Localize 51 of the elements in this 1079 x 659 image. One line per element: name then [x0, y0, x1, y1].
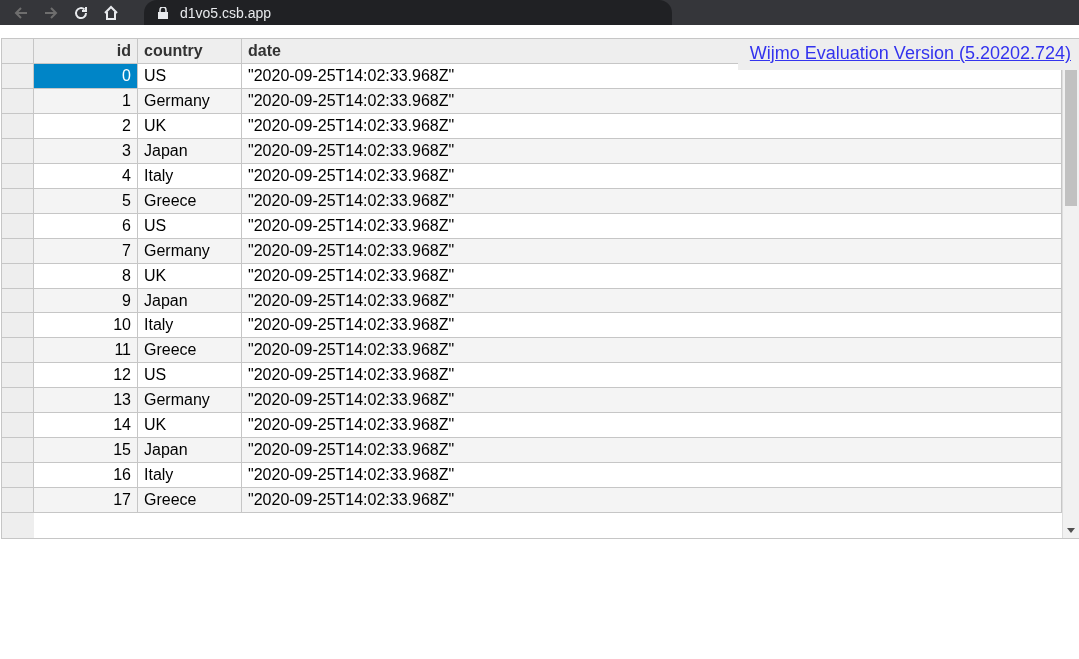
- table-cell[interactable]: "2020-09-25T14:02:33.968Z": [242, 238, 1062, 264]
- row-header[interactable]: [2, 313, 34, 339]
- table-cell[interactable]: "2020-09-25T14:02:33.968Z": [242, 263, 1062, 289]
- row-header[interactable]: [2, 163, 34, 189]
- table-cell[interactable]: 7: [34, 238, 138, 264]
- row-header[interactable]: [2, 338, 34, 364]
- row-header[interactable]: [2, 113, 34, 139]
- row-header[interactable]: [2, 463, 34, 489]
- column-header[interactable]: id: [34, 39, 138, 64]
- home-icon[interactable]: [102, 3, 120, 22]
- row-header[interactable]: [2, 138, 34, 164]
- row-header[interactable]: [2, 363, 34, 389]
- table-cell[interactable]: 2: [34, 113, 138, 139]
- table-cell[interactable]: Italy: [138, 163, 242, 189]
- row-header[interactable]: [2, 63, 34, 89]
- table-cell[interactable]: 5: [34, 188, 138, 214]
- table-cell[interactable]: 1: [34, 88, 138, 114]
- row-header[interactable]: [2, 288, 34, 314]
- url-text: d1vo5.csb.app: [180, 4, 272, 21]
- address-bar[interactable]: d1vo5.csb.app: [144, 0, 672, 25]
- row-header[interactable]: [2, 438, 34, 464]
- table-cell[interactable]: 0: [34, 63, 138, 89]
- table-cell[interactable]: 4: [34, 163, 138, 189]
- row-header[interactable]: [2, 388, 34, 414]
- row-header[interactable]: [2, 213, 34, 239]
- row-header[interactable]: [2, 263, 34, 289]
- column-header[interactable]: country: [138, 39, 242, 64]
- table-cell[interactable]: US: [138, 213, 242, 239]
- table-cell[interactable]: 3: [34, 138, 138, 164]
- table-cell[interactable]: "2020-09-25T14:02:33.968Z": [242, 188, 1062, 214]
- table-cell[interactable]: 8: [34, 263, 138, 289]
- scroll-down-icon[interactable]: [1067, 528, 1075, 533]
- table-cell[interactable]: "2020-09-25T14:02:33.968Z": [242, 88, 1062, 114]
- row-header[interactable]: [2, 88, 34, 114]
- table-cell[interactable]: Greece: [138, 188, 242, 214]
- table-cell[interactable]: UK: [138, 113, 242, 139]
- table-cell[interactable]: Japan: [138, 138, 242, 164]
- table-cell[interactable]: "2020-09-25T14:02:33.968Z": [242, 213, 1062, 239]
- table-cell[interactable]: 6: [34, 213, 138, 239]
- table-cell[interactable]: "2020-09-25T14:02:33.968Z": [242, 113, 1062, 139]
- lock-icon: [158, 6, 168, 19]
- row-header[interactable]: [2, 188, 34, 214]
- row-header[interactable]: [2, 238, 34, 264]
- table-cell[interactable]: US: [138, 63, 242, 89]
- row-header[interactable]: [2, 413, 34, 439]
- table-cell[interactable]: UK: [138, 263, 242, 289]
- table-cell[interactable]: Germany: [138, 88, 242, 114]
- table-cell[interactable]: Germany: [138, 238, 242, 264]
- row-header[interactable]: [2, 488, 34, 514]
- table-cell[interactable]: "2020-09-25T14:02:33.968Z": [242, 163, 1062, 189]
- table-cell[interactable]: "2020-09-25T14:02:33.968Z": [242, 138, 1062, 164]
